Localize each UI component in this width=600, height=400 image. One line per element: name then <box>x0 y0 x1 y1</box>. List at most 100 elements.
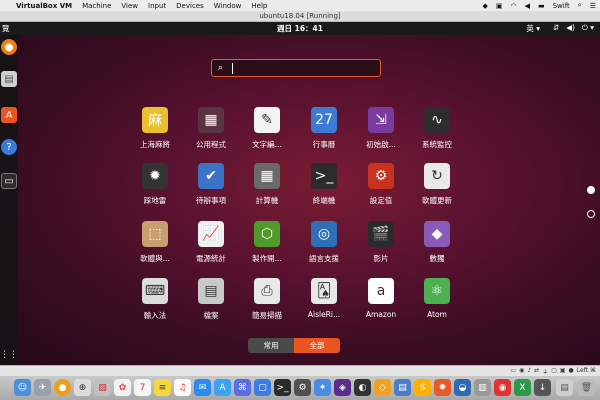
finder-icon[interactable]: ☺ <box>14 379 31 396</box>
page-indicator[interactable] <box>587 210 595 218</box>
app-name-menu[interactable]: VirtualBox VM <box>16 2 72 10</box>
app-store-icon[interactable]: A <box>214 379 231 396</box>
firefox-icon[interactable]: ● <box>1 39 17 55</box>
app-tile-mahjong[interactable]: 麻上海麻將 <box>125 107 185 150</box>
notes-icon[interactable]: ≡ <box>154 379 171 396</box>
optical-status-icon[interactable]: ◉ <box>519 367 524 376</box>
photos-icon[interactable]: ✿ <box>114 379 131 396</box>
calendar-mac-icon[interactable]: 7 <box>134 379 151 396</box>
app-tile-aisleriot-cards[interactable]: 🂡 AisleRi... <box>294 278 354 319</box>
terminal-dock-icon[interactable]: ▭ <box>1 173 17 189</box>
terminal-mac-icon[interactable]: >_ <box>274 379 291 396</box>
menu-help[interactable]: Help <box>251 2 267 10</box>
app-tile-utilities-folder[interactable]: ▦ 公用程式 <box>181 107 241 150</box>
menu-window[interactable]: Window <box>214 2 242 10</box>
menu-devices[interactable]: Devices <box>176 2 204 10</box>
shared-folder-status-icon[interactable]: ▢ <box>551 367 557 376</box>
app-tile-simple-scan[interactable]: ⎙ 簡易掃描 <box>237 278 297 321</box>
power-icon[interactable]: ⏻ ▾ <box>582 23 594 33</box>
sketch-icon[interactable]: ◇ <box>374 379 391 396</box>
downloads-stack-icon[interactable]: ↓ <box>534 379 551 396</box>
menu-input[interactable]: Input <box>148 2 166 10</box>
wifi-icon[interactable]: ◠ <box>510 2 516 10</box>
app-tile-startup-disk[interactable]: ⇲ 初始啟... <box>351 107 411 150</box>
app-tile-language-support[interactable]: ◎ 語言支援 <box>294 221 354 264</box>
mahjong-icon: 麻 <box>142 107 168 133</box>
search-box[interactable]: ⌕ <box>211 59 381 77</box>
usb-status-icon[interactable]: ⏚ <box>542 367 548 376</box>
frequent-apps-button[interactable]: 常用 <box>248 338 294 353</box>
app-tile-amazon[interactable]: a Amazon <box>351 278 411 319</box>
audio-status-icon[interactable]: ♪ <box>527 367 531 376</box>
display-status-icon[interactable]: ▣ <box>560 367 566 376</box>
user-menu[interactable]: Swift <box>553 2 570 10</box>
network-icon[interactable]: ⇵ <box>553 23 559 33</box>
app-tile-videos[interactable]: 🎬 影片 <box>351 221 411 264</box>
launchpad-icon[interactable]: ✈ <box>34 379 51 396</box>
app-tile-todo[interactable]: ✔ 待辦事項 <box>181 163 241 206</box>
docker-icon[interactable]: ▤ <box>394 379 411 396</box>
app-tile-mines[interactable]: ✹ 踩地雷 <box>125 163 185 206</box>
files-dock-icon[interactable]: ▤ <box>1 71 17 87</box>
preview-icon[interactable]: ▧ <box>94 379 111 396</box>
sublime-icon[interactable]: S <box>414 379 431 396</box>
flag-icon[interactable]: ▬ <box>538 2 545 10</box>
startup-disk-icon: ⇲ <box>368 107 394 133</box>
github-desktop-icon[interactable]: ◐ <box>354 379 371 396</box>
virtualbox-icon[interactable]: ▢ <box>254 379 271 396</box>
app-tile-software-updater[interactable]: ↻ 軟體更新 <box>407 163 467 206</box>
app-tile-system-monitor[interactable]: ∿ 系統監控 <box>407 107 467 150</box>
app-label: 行事曆 <box>312 140 336 149</box>
app-tile-calculator[interactable]: ▦ 計算機 <box>237 163 297 206</box>
system-prefs-icon[interactable]: ⚙ <box>294 379 311 396</box>
show-applications-icon[interactable]: ⋮⋮ <box>0 347 18 363</box>
safari-icon[interactable]: ⊕ <box>74 379 91 396</box>
documents-stack-icon[interactable]: ▤ <box>556 379 573 396</box>
app-tile-settings[interactable]: ⚙ 設定值 <box>351 163 411 206</box>
app-label: AisleRi... <box>307 310 341 319</box>
ubuntu-software-icon[interactable]: A <box>1 107 17 123</box>
messages-icon[interactable]: ✉ <box>194 379 211 396</box>
app-tile-software-sources[interactable]: ⬚ 軟體與... <box>125 221 185 264</box>
sound-icon[interactable]: ◀) <box>566 23 575 33</box>
search-input[interactable] <box>230 62 370 75</box>
menu-view[interactable]: View <box>121 2 138 10</box>
visual-studio-icon[interactable]: ◈ <box>334 379 351 396</box>
app-tile-terminal[interactable]: >_ 終端機 <box>294 163 354 206</box>
app-tile-atom[interactable]: ⚛ Atom <box>407 278 467 319</box>
spotlight-icon[interactable]: ⌕ <box>578 1 582 10</box>
spreadsheet-icon[interactable]: X <box>514 379 531 396</box>
notification-center-icon[interactable]: ☰ <box>590 2 596 10</box>
menu-machine[interactable]: Machine <box>82 2 111 10</box>
volume-icon[interactable]: ◀ <box>525 2 530 10</box>
vm-titlebar: ubuntu18.04 [Running] <box>0 11 600 22</box>
help-icon[interactable]: ? <box>1 139 17 155</box>
app-tile-files[interactable]: ▤ 檔案 <box>181 278 241 321</box>
postman-icon[interactable]: ✹ <box>434 379 451 396</box>
trash-icon[interactable]: 🗑 <box>578 379 595 396</box>
database-icon[interactable]: ◒ <box>454 379 471 396</box>
network-status-icon[interactable]: ⇄ <box>534 367 539 376</box>
app-tile-power-statistics[interactable]: 📈 電源統計 <box>181 221 241 264</box>
all-apps-button[interactable]: 全部 <box>294 338 340 353</box>
music-icon[interactable]: ♫ <box>174 379 191 396</box>
app-tile-startup-creator[interactable]: ⬡ 製作開... <box>237 221 297 264</box>
camera-icon[interactable]: ▣ <box>496 2 503 10</box>
recording-status-icon[interactable]: ● <box>569 367 574 376</box>
app-tile-calendar[interactable]: 27 行事曆 <box>294 107 354 150</box>
hdd-status-icon[interactable]: ▭ <box>510 367 516 376</box>
dropbox-icon[interactable]: ◆ <box>482 2 487 10</box>
software-sources-icon: ⬚ <box>142 221 168 247</box>
firefox-mac-icon[interactable]: ● <box>54 379 71 396</box>
clock[interactable]: 週日 16：41 <box>0 23 600 34</box>
app-tile-sudoku[interactable]: ◆ 數獨 <box>407 221 467 264</box>
app-label: 踩地雷 <box>143 196 167 205</box>
trash-utility-icon[interactable]: ▥ <box>474 379 491 396</box>
app-tile-text-editor[interactable]: ✎ 文字編... <box>237 107 297 150</box>
page-indicator-active[interactable] <box>587 186 595 194</box>
chrome-icon[interactable]: ◉ <box>494 379 511 396</box>
vscode-icon[interactable]: ⌘ <box>234 379 251 396</box>
input-method-indicator[interactable]: 英 ▾ <box>526 23 540 34</box>
xcode-icon[interactable]: ✦ <box>314 379 331 396</box>
app-tile-input-method[interactable]: ⌨ 輸入法 <box>125 278 185 321</box>
